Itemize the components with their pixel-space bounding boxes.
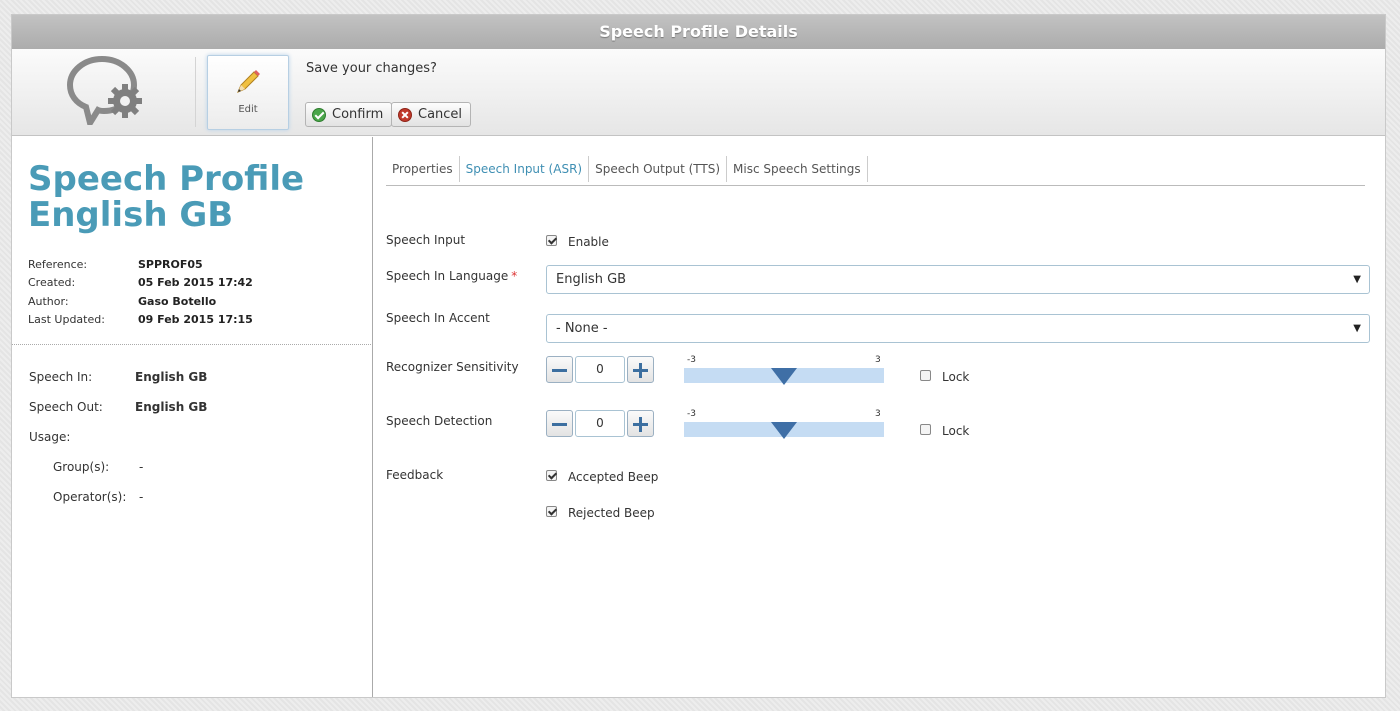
usage-summary: Speech In: English GB Speech Out: Englis… xyxy=(29,362,207,512)
tab-properties[interactable]: Properties xyxy=(386,156,460,182)
edit-button[interactable]: Edit xyxy=(207,55,289,130)
page-title-line1: Speech Profile xyxy=(28,159,305,199)
speech-in-language-label: Speech In Language * xyxy=(386,269,517,283)
meta-value: 05 Feb 2015 17:42 xyxy=(138,276,253,290)
speech-detection-label: Speech Detection xyxy=(386,414,493,428)
detection-increment-button[interactable] xyxy=(627,410,654,437)
page-title: Speech Profile English GB xyxy=(28,161,304,233)
sensitivity-max-label: 3 xyxy=(875,355,881,365)
meta-value: Gaso Botello xyxy=(138,294,217,308)
speech-in-accent-value: - None - xyxy=(556,321,608,336)
speech-detection-stepper: 0 xyxy=(546,410,654,437)
detection-slider-thumb[interactable] xyxy=(771,422,797,439)
cancel-button-label: Cancel xyxy=(418,107,463,122)
groups-row: Group(s): - xyxy=(29,452,207,482)
detection-decrement-button[interactable] xyxy=(546,410,573,437)
recognizer-sensitivity-label: Recognizer Sensitivity xyxy=(386,360,519,374)
minus-icon xyxy=(552,423,567,426)
operators-key: Operator(s): xyxy=(53,490,127,504)
check-circle-icon xyxy=(312,107,326,122)
confirm-button-label: Confirm xyxy=(332,107,384,122)
window-title: Speech Profile Details xyxy=(12,15,1385,49)
sensitivity-increment-button[interactable] xyxy=(627,356,654,383)
sensitivity-decrement-button[interactable] xyxy=(546,356,573,383)
speech-input-label: Speech Input xyxy=(386,233,466,247)
detection-slider[interactable] xyxy=(684,422,884,439)
sensitivity-lock-label: Lock xyxy=(942,370,970,384)
detection-value[interactable]: 0 xyxy=(575,410,625,437)
page-title-line2: English GB xyxy=(28,195,234,235)
save-prompt: Save your changes? xyxy=(306,61,437,76)
speech-profile-window: Speech Profile Details Edit Save your ch… xyxy=(11,14,1386,698)
dropdown-arrow-icon: ▼ xyxy=(1353,323,1361,334)
x-circle-icon xyxy=(398,107,412,122)
groups-value: - xyxy=(139,460,144,474)
meta-key: Created: xyxy=(28,276,76,290)
cancel-button[interactable]: Cancel xyxy=(391,102,472,127)
accepted-beep-checkbox[interactable] xyxy=(546,470,557,481)
speech-out-row: Speech Out: English GB xyxy=(29,392,207,422)
speech-bubble-gear-icon xyxy=(66,55,142,125)
toolbar: Edit Save your changes? xyxy=(12,49,1385,136)
profile-meta: Reference: SPPROF05 Created: 05 Feb 2015… xyxy=(28,255,253,329)
detection-max-label: 3 xyxy=(875,409,881,419)
edit-button-label: Edit xyxy=(238,104,258,115)
detection-lock-checkbox[interactable] xyxy=(920,424,931,435)
speech-in-row: Speech In: English GB xyxy=(29,362,207,392)
meta-key: Last Updated: xyxy=(28,313,105,327)
tab-misc-speech-settings[interactable]: Misc Speech Settings xyxy=(727,156,868,182)
divider xyxy=(12,344,373,345)
sensitivity-slider-thumb[interactable] xyxy=(771,368,797,385)
tab-speech-input[interactable]: Speech Input (ASR) xyxy=(460,156,590,182)
rejected-beep-checkbox[interactable] xyxy=(546,506,557,517)
groups-key: Group(s): xyxy=(53,460,110,474)
speech-in-value: English GB xyxy=(135,370,208,384)
rejected-beep-label: Rejected Beep xyxy=(568,506,655,520)
speech-in-accent-select[interactable]: - None - ▼ xyxy=(546,314,1370,343)
sensitivity-lock-checkbox[interactable] xyxy=(920,370,931,381)
required-marker: * xyxy=(511,269,518,283)
speech-in-language-text: Speech In Language xyxy=(386,269,509,283)
usage-row: Usage: xyxy=(29,422,207,452)
sensitivity-min-label: -3 xyxy=(687,355,696,365)
speech-in-language-select[interactable]: English GB ▼ xyxy=(546,265,1370,294)
accepted-beep-label: Accepted Beep xyxy=(568,470,659,484)
minus-icon xyxy=(552,369,567,372)
speech-out-key: Speech Out: xyxy=(29,400,103,414)
meta-value: SPPROF05 xyxy=(138,257,203,271)
meta-key: Reference: xyxy=(28,257,88,271)
detection-lock-label: Lock xyxy=(942,424,970,438)
speech-in-accent-label: Speech In Accent xyxy=(386,311,490,325)
tab-bar: Properties Speech Input (ASR) Speech Out… xyxy=(386,156,1365,186)
meta-row-last-updated: Last Updated: 09 Feb 2015 17:15 xyxy=(28,311,253,330)
feedback-label: Feedback xyxy=(386,468,444,482)
operators-row: Operator(s): - xyxy=(29,482,207,512)
detection-min-label: -3 xyxy=(687,409,696,419)
tab-speech-output[interactable]: Speech Output (TTS) xyxy=(589,156,728,182)
sensitivity-slider[interactable] xyxy=(684,368,884,385)
sensitivity-value[interactable]: 0 xyxy=(575,356,625,383)
operators-value: - xyxy=(139,490,144,504)
speech-in-key: Speech In: xyxy=(29,370,93,384)
meta-row-reference: Reference: SPPROF05 xyxy=(28,255,253,274)
meta-value: 09 Feb 2015 17:15 xyxy=(138,313,253,327)
dropdown-arrow-icon: ▼ xyxy=(1353,274,1361,285)
speech-out-value: English GB xyxy=(135,400,208,414)
pencil-icon xyxy=(237,70,260,93)
meta-row-author: Author: Gaso Botello xyxy=(28,292,253,311)
meta-row-created: Created: 05 Feb 2015 17:42 xyxy=(28,274,253,293)
profile-summary-panel: Speech Profile English GB Reference: SPP… xyxy=(12,137,373,697)
enable-label: Enable xyxy=(568,235,609,249)
confirm-button[interactable]: Confirm xyxy=(305,102,393,127)
recognizer-sensitivity-stepper: 0 xyxy=(546,356,654,383)
usage-key: Usage: xyxy=(29,430,71,444)
meta-key: Author: xyxy=(28,294,69,308)
toolbar-separator xyxy=(195,57,196,127)
speech-in-language-value: English GB xyxy=(556,272,627,287)
enable-checkbox[interactable] xyxy=(546,235,557,246)
